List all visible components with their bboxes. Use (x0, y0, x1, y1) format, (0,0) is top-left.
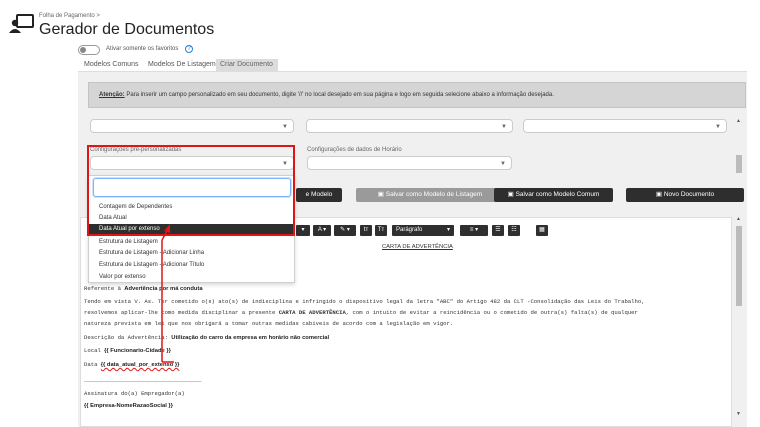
font-dropdown-caret[interactable]: ▾ (296, 225, 310, 236)
editor-scroll-up-icon[interactable]: ▲ (736, 216, 743, 222)
chevron-down-icon: ▼ (501, 124, 507, 130)
toggle-knob (80, 47, 86, 53)
editor-scrollbar-thumb[interactable] (736, 226, 742, 306)
dropdown-option[interactable]: Valor por extenso (89, 272, 294, 283)
dropdown-option[interactable]: Estrutura de Listagem (89, 237, 294, 248)
chevron-down-icon: ▼ (715, 124, 721, 130)
favorites-toggle-label: Ativar somente os favoritos (106, 46, 179, 52)
new-document-button[interactable]: ▣ Novo Documento (626, 188, 744, 202)
editor-toolbar: ▾ A ▾ ✎ ▾ tт Tт Parágrafo ▾ ≡ ▾ ☰ ☷ ▦ (296, 225, 556, 236)
tab-modelos-de-listagem[interactable]: Modelos De Listagem (144, 59, 220, 71)
save-listing-label: Salvar como Modelo de Listagem (385, 191, 483, 198)
annotation-arrow (161, 224, 174, 363)
scroll-up-icon[interactable]: ▲ (736, 118, 743, 126)
tab-modelos-comuns[interactable]: Modelos Comuns (80, 59, 142, 71)
document-heading: CARTA DE ADVERTÊNCIA (382, 244, 453, 250)
text-size-increase-button[interactable]: Tт (375, 225, 387, 236)
save-listing-model-button[interactable]: ▣ Salvar como Modelo de Listagem (356, 188, 504, 202)
align-dropdown-button[interactable]: ≡ ▾ (460, 225, 488, 236)
paragraph-format-select[interactable]: Parágrafo ▾ (392, 225, 454, 236)
field-select-1[interactable]: ▼ (90, 119, 294, 133)
favorites-toggle[interactable] (78, 45, 100, 55)
chevron-down-icon: ▼ (282, 124, 288, 130)
local-label: Local (84, 347, 101, 354)
document-icon: ▣ (655, 191, 664, 198)
info-icon[interactable]: ? (185, 45, 193, 53)
alert-strong: Atenção: (99, 92, 125, 98)
new-document-label: Novo Documento (663, 191, 715, 198)
description-line: Descrição da Advertência: Utilização do … (84, 334, 329, 341)
signature-divider: ___________________________________ (84, 376, 202, 383)
save-common-model-button[interactable]: ▣ Salvar como Modelo Comum (494, 188, 613, 202)
tab-criar-documento[interactable]: Criar Documento (216, 59, 278, 71)
scrollbar-thumb[interactable] (736, 155, 742, 173)
page-title: Gerador de Documentos (39, 21, 215, 38)
unordered-list-icon[interactable]: ☰ (492, 225, 504, 236)
description-value: Utilização do carro da empresa em horári… (171, 335, 330, 341)
editor-scroll-down-icon[interactable]: ▼ (736, 411, 743, 417)
alert-banner: Atenção: Para inserir um campo personali… (88, 82, 746, 108)
font-color-button[interactable]: A ▾ (313, 225, 331, 236)
alert-text: Para inserir um campo personalizado em s… (124, 92, 554, 98)
field-select-3[interactable]: ▼ (523, 119, 727, 133)
documents-person-icon (9, 13, 35, 35)
company-value: {{ Empresa-NomeRazaoSocial }} (84, 403, 173, 409)
paragraph-format-label: Parágrafo (396, 227, 423, 233)
table-icon[interactable]: ▦ (536, 225, 548, 236)
chevron-down-icon: ▼ (500, 161, 506, 167)
annotation-highlight-box (87, 145, 295, 236)
save-common-label: Salvar como Modelo Comum (515, 191, 600, 198)
body-line-3: natureza prevista em lei que nos obrigar… (84, 320, 454, 327)
save-icon: ▣ (507, 191, 516, 198)
highlight-color-button[interactable]: ✎ ▾ (334, 225, 356, 236)
text-size-decrease-button[interactable]: tт (360, 225, 372, 236)
schedule-config-select[interactable]: ▼ (307, 156, 512, 170)
body-line-1: Tendo em vista V. As. Ter cometido o(s) … (84, 298, 645, 305)
schedule-config-label: Configurações de dados de Horário (307, 147, 402, 153)
ref-line: Referente à Advertência por má conduta (84, 285, 203, 292)
save-icon: ▣ (377, 191, 386, 198)
dropdown-option[interactable]: Estrutura de Listagem - Adicionar Título (89, 260, 294, 271)
save-model-button[interactable]: e Modelo (296, 188, 342, 202)
breadcrumb[interactable]: Folha de Pagamento > (39, 13, 100, 19)
signature-label: Assinatura do(a) Empregador(a) (84, 390, 185, 397)
body-line-2a: resolvemos aplicar-lhe como medida disci… (84, 309, 279, 316)
chevron-down-icon: ▾ (446, 227, 450, 233)
field-select-2[interactable]: ▼ (306, 119, 513, 133)
ordered-list-icon[interactable]: ☷ (508, 225, 520, 236)
dropdown-option[interactable]: Estrutura de Listagem - Adicionar Linha (89, 248, 294, 259)
body-line-2b: CARTA DE ADVERTÊNCIA (278, 309, 346, 316)
body-line-2c: , com o intuito de evitar a reincidência… (345, 309, 638, 316)
ref-label: Referente à (84, 285, 121, 292)
date-label: Data (84, 361, 98, 368)
